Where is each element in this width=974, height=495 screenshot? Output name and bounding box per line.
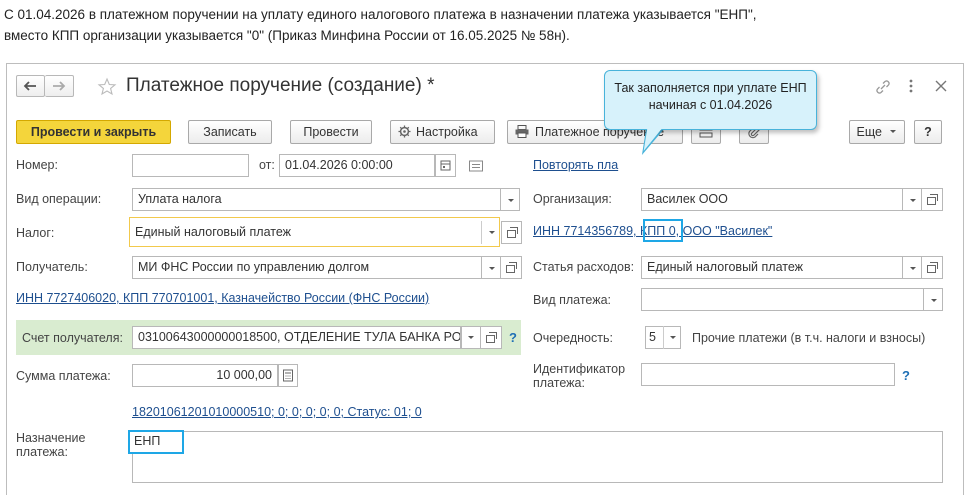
comment-icon[interactable] (468, 159, 484, 173)
open-expense-icon[interactable] (922, 256, 943, 279)
priority-description: Прочие платежи (в т.ч. налоги и взносы) (692, 331, 926, 345)
tax-select[interactable]: Единый налоговый платеж (129, 217, 500, 247)
chevron-down-icon (890, 130, 897, 133)
more-actions-button[interactable]: Еще (849, 120, 905, 144)
settings-button[interactable]: Настройка (390, 120, 495, 144)
printer-icon (515, 125, 529, 138)
intro-text: С 01.04.2026 в платежном поручении на уп… (4, 4, 970, 46)
recipient-account-select[interactable]: 03100643000000018500, ОТДЕЛЕНИЕ ТУЛА БАН… (132, 326, 461, 349)
account-help-icon[interactable]: ? (509, 330, 517, 345)
chevron-down-icon[interactable] (923, 289, 942, 310)
number-field[interactable] (132, 154, 249, 177)
number-label: Номер: (16, 158, 58, 172)
favorite-star-icon[interactable] (97, 77, 117, 97)
identifier-label-2: платежа: (533, 376, 585, 390)
tax-value: Единый налоговый платеж (135, 225, 292, 239)
payment-type-label: Вид платежа: (533, 293, 612, 307)
link-icon[interactable] (874, 78, 892, 96)
date-field[interactable]: 01.04.2026 0:00:00 (279, 154, 435, 177)
priority-dropdown-button[interactable] (663, 326, 681, 349)
identifier-field[interactable] (641, 363, 895, 386)
organization-select[interactable]: Василек ООО (641, 188, 922, 211)
chevron-down-icon[interactable] (500, 189, 519, 210)
operation-type-label: Вид операции: (16, 192, 102, 206)
purpose-label-1: Назначение (16, 431, 86, 445)
operation-type-select[interactable]: Уплата налога (132, 188, 520, 211)
priority-value: 5 (649, 330, 656, 344)
payment-type-select[interactable] (641, 288, 943, 311)
purpose-value: ЕНП (134, 434, 161, 448)
save-button[interactable]: Записать (188, 120, 272, 144)
chevron-down-icon[interactable] (902, 189, 921, 210)
chevron-down-icon[interactable] (481, 257, 500, 278)
recipient-account-value: 03100643000000018500, ОТДЕЛЕНИЕ ТУЛА БАН… (138, 330, 461, 344)
repeat-payment-link[interactable]: Повторять пла (533, 158, 618, 172)
intro-line-2: вместо КПП организации указывается "0" (… (4, 28, 570, 43)
tooltip-line-1: Так заполняется при уплате ЕНП (614, 81, 807, 95)
calendar-icon[interactable] (435, 154, 456, 177)
back-button[interactable] (16, 75, 45, 97)
chevron-down-icon (468, 336, 474, 339)
recipient-label: Получатель: (16, 260, 88, 274)
tax-label: Налог: (16, 226, 55, 240)
identifier-help-icon[interactable]: ? (902, 368, 910, 383)
organization-value: Василек ООО (647, 192, 728, 206)
close-icon[interactable] (933, 78, 949, 94)
back-arrow-icon (23, 81, 36, 91)
callout-tooltip: Так заполняется при уплате ЕНП начиная с… (604, 70, 817, 130)
payment-order-window: Платежное поручение (создание) * Провест… (6, 63, 964, 495)
post-button[interactable]: Провести (290, 120, 372, 144)
amount-label: Сумма платежа: (16, 369, 111, 383)
chevron-down-icon (489, 231, 495, 234)
recipient-select[interactable]: МИ ФНС России по управлению долгом (132, 256, 501, 279)
gear-icon (398, 125, 411, 138)
more-label: Еще (856, 125, 882, 139)
amount-value: 10 000,00 (216, 368, 272, 382)
post-and-close-button[interactable]: Провести и закрыть (16, 120, 171, 144)
amount-field[interactable]: 10 000,00 (132, 364, 278, 387)
open-tax-icon[interactable] (501, 221, 522, 244)
purpose-enp-highlight: ЕНП (128, 430, 184, 454)
priority-label: Очередность: (533, 331, 613, 345)
kpp-highlight (643, 219, 683, 242)
tax-dropdown-button[interactable] (481, 221, 501, 244)
date-from-label: от: (259, 158, 275, 172)
purpose-label-2: платежа: (16, 445, 68, 459)
recipient-account-label: Счет получателя: (22, 331, 123, 345)
settings-label: Настройка (416, 125, 478, 139)
open-account-icon[interactable] (481, 326, 502, 349)
help-button[interactable]: ? (914, 120, 942, 144)
recipient-value: МИ ФНС России по управлению долгом (138, 260, 370, 274)
window-title: Платежное поручение (создание) * (126, 75, 435, 96)
operation-type-value: Уплата налога (138, 192, 222, 206)
open-recipient-icon[interactable] (501, 256, 522, 279)
chevron-down-icon (670, 336, 676, 339)
organization-label: Организация: (533, 192, 612, 206)
payment-purpose-textarea[interactable] (132, 431, 943, 483)
tooltip-line-2: начиная с 01.04.2026 (648, 98, 773, 112)
identifier-label-1: Идентификатор (533, 362, 626, 376)
kbk-details-link[interactable]: 18201061201010000510; 0; 0; 0; 0; 0; Ста… (132, 405, 422, 419)
chevron-down-icon[interactable] (902, 257, 921, 278)
expense-item-label: Статья расходов: (533, 260, 635, 274)
recipient-inn-link[interactable]: ИНН 7727406020, КПП 770701001, Казначейс… (16, 291, 429, 305)
open-organization-icon[interactable] (922, 188, 943, 211)
account-dropdown-button[interactable] (461, 326, 481, 349)
expense-item-select[interactable]: Единый налоговый платеж (641, 256, 922, 279)
more-icon[interactable] (905, 77, 917, 95)
intro-line-1: С 01.04.2026 в платежном поручении на уп… (4, 7, 757, 22)
forward-arrow-icon (53, 81, 66, 91)
expense-item-value: Единый налоговый платеж (647, 260, 804, 274)
forward-button[interactable] (45, 75, 74, 97)
calculator-icon[interactable] (278, 364, 298, 387)
